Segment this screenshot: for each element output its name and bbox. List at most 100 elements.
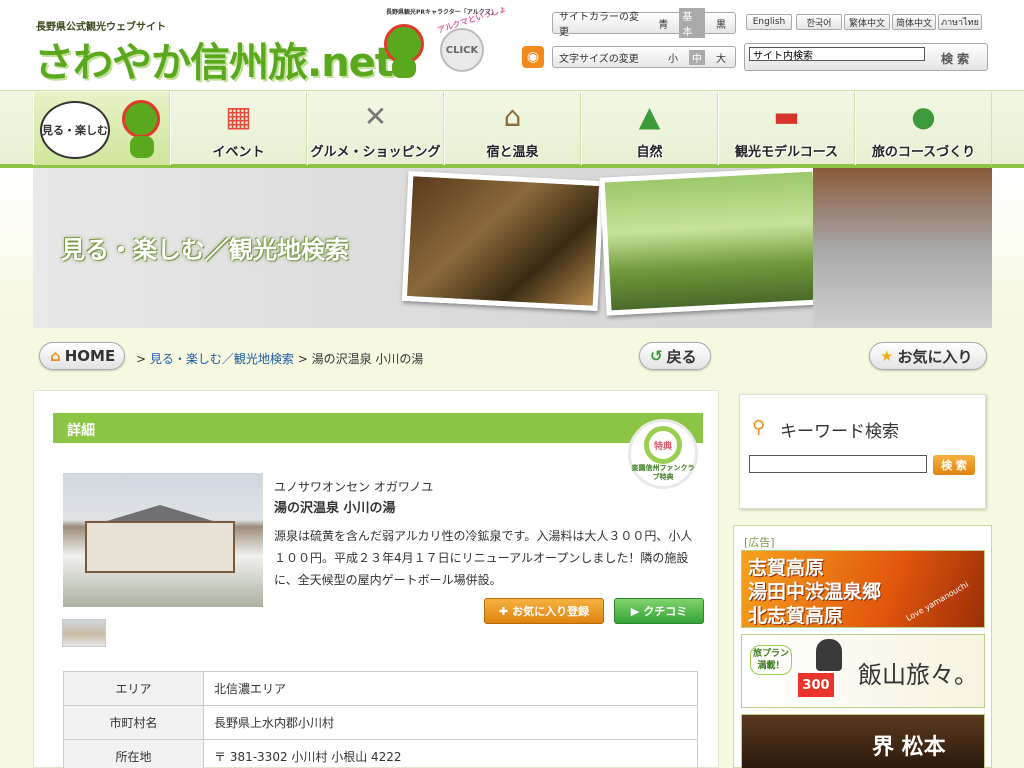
- font-size-medium[interactable]: 中: [689, 49, 705, 65]
- site-color-control: サイトカラーの変更 青 基本 黒: [552, 8, 736, 38]
- spot-name: 湯の沢温泉 小川の湯: [274, 501, 396, 516]
- back-button[interactable]: ↺ 戻る: [639, 342, 711, 370]
- hero-title: 見る・楽しむ／観光地検索: [61, 236, 349, 264]
- nav-see-enjoy-label: 見る・楽しむ: [40, 101, 110, 159]
- house-icon: ⌂: [503, 100, 522, 133]
- nav-gourmet[interactable]: ✕ グルメ・ショッピング: [307, 92, 444, 165]
- font-size-small[interactable]: 小: [665, 50, 681, 65]
- ad2-person-icon: [816, 639, 842, 671]
- add-favorite-icon: ✚: [498, 604, 509, 618]
- hero-photo-forest: [599, 168, 825, 316]
- ad2-bubble: 旅プラン満載！: [750, 645, 792, 675]
- color-option-default[interactable]: 基本: [679, 8, 705, 38]
- nav-gourmet-label: グルメ・ショッピング: [310, 145, 441, 160]
- row-value-address: 〒 381-3302 小川村 小根山 4222: [203, 739, 698, 768]
- nav-lodging[interactable]: ⌂ 宿と温泉: [444, 92, 581, 165]
- lang-simplified-chinese-button[interactable]: 简体中文: [892, 14, 936, 30]
- ad3-title: 界 松本: [872, 734, 946, 760]
- nav-course-planner-label: 旅のコースづくり: [871, 145, 976, 160]
- arukuma-nav-icon: [122, 100, 160, 138]
- font-size-large[interactable]: 大: [713, 50, 729, 65]
- star-icon: ★: [880, 347, 894, 365]
- nav-model-course[interactable]: ▬ 観光モデルコース: [718, 92, 855, 165]
- site-header: 長野県公式観光ウェブサイト さわやか信州旅.net 長野県観光PRキャラクター「…: [0, 0, 1024, 90]
- spot-thumbnail[interactable]: [62, 619, 106, 647]
- row-key-address: 所在地: [63, 739, 204, 768]
- spot-description: 源泉は硫黄を含んだ弱アルカリ性の冷鉱泉です。入湯料は大人３００円、小人１００円。…: [274, 529, 693, 587]
- global-nav: 見る・楽しむ ▦ イベント ✕ グルメ・ショッピング ⌂ 宿と温泉 ▲ 自然 ▬…: [0, 90, 1024, 168]
- spot-info-table: エリア 北信濃エリア 市町村名 長野県上水内郡小川村 所在地 〒 381-330…: [63, 671, 698, 768]
- ad2-title: 飯山旅々。: [858, 661, 978, 689]
- lang-thai-button[interactable]: ภาษาไทย: [938, 14, 982, 30]
- home-button[interactable]: ⌂ HOME: [39, 342, 125, 370]
- row-key-municipality: 市町村名: [63, 705, 204, 740]
- site-search-input[interactable]: [749, 47, 925, 61]
- ad1-line-1: 志賀高原: [748, 557, 825, 579]
- nav-course-planner[interactable]: ● 旅のコースづくり: [855, 92, 992, 165]
- magnifier-icon: ⚲: [752, 417, 766, 438]
- color-option-black[interactable]: 黒: [713, 16, 729, 31]
- nav-nature[interactable]: ▲ 自然: [581, 92, 718, 165]
- favorites-label: お気に入り: [897, 347, 973, 366]
- row-value-municipality: 長野県上水内郡小川村: [203, 705, 698, 740]
- review-chevron-icon: ▶: [630, 604, 640, 618]
- review-label: クチコミ: [643, 605, 688, 618]
- hero-photo-hikers: [813, 168, 992, 328]
- back-arrow-icon: ↺: [650, 347, 663, 365]
- add-favorite-label: お気に入り登録: [512, 605, 590, 618]
- arukuma-body-icon: [392, 58, 416, 78]
- nav-model-course-label: 観光モデルコース: [734, 145, 839, 160]
- lang-english-button[interactable]: English: [746, 14, 792, 30]
- breadcrumb-link-see-enjoy[interactable]: 見る・楽しむ／観光地検索: [150, 352, 294, 366]
- spot-kana: ユノサワオンセン オガワノユ: [274, 480, 434, 494]
- tree-mountain-icon: ▲: [638, 100, 661, 133]
- nav-events[interactable]: ▦ イベント: [170, 92, 307, 165]
- ad-banner-kai-matsumoto[interactable]: 界 松本: [741, 714, 985, 768]
- ad1-subtitle: Love yamanouchi: [904, 579, 970, 624]
- arukuma-nav-body-icon: [130, 136, 154, 158]
- site-logo[interactable]: さわやか信州旅.net: [34, 30, 394, 88]
- home-icon: ⌂: [50, 347, 61, 365]
- color-option-blue[interactable]: 青: [655, 16, 671, 31]
- page: 長野県公式観光ウェブサイト さわやか信州旅.net 長野県観光PRキャラクター「…: [0, 0, 1024, 768]
- lang-traditional-chinese-button[interactable]: 繁体中文: [844, 14, 890, 30]
- nav-see-enjoy[interactable]: 見る・楽しむ: [33, 92, 170, 165]
- row-value-area: 北信濃エリア: [203, 671, 698, 706]
- section-title-detail: 詳細: [53, 413, 703, 443]
- breadcrumb: > 見る・楽しむ／観光地検索 > 湯の沢温泉 小川の湯: [136, 352, 424, 366]
- review-button[interactable]: ▶ クチコミ: [614, 598, 704, 624]
- keyword-search-input[interactable]: [749, 455, 927, 473]
- detail-panel: 詳細 特典 楽園信州ファンクラブ特典 ユノサワオンセン オガワノユ 湯の沢温泉 …: [33, 390, 719, 768]
- site-search-button[interactable]: 検 索: [941, 50, 969, 67]
- add-favorite-button[interactable]: ✚ お気に入り登録: [484, 598, 604, 624]
- click-badge-button[interactable]: CLICK: [440, 28, 484, 72]
- ad1-line-3: 北志賀高原: [748, 605, 844, 627]
- table-row: エリア 北信濃エリア: [63, 671, 698, 706]
- fanclub-badge-top: 特典: [644, 426, 682, 464]
- lang-korean-button[interactable]: 한국어: [796, 14, 842, 30]
- fork-knife-icon: ✕: [363, 100, 388, 133]
- font-size-control: 文字サイズの変更 小 中 大: [552, 46, 736, 68]
- spot-main-photo[interactable]: [63, 473, 263, 607]
- fanclub-badge-caption: 楽園信州ファンクラブ特典: [631, 464, 695, 481]
- site-color-label: サイトカラーの変更: [559, 12, 639, 38]
- breadcrumb-current: 湯の沢温泉 小川の湯: [311, 352, 424, 366]
- keyword-search-title: キーワード検索: [780, 422, 899, 442]
- back-label: 戻る: [666, 347, 697, 366]
- font-size-label: 文字サイズの変更: [559, 53, 639, 65]
- rss-icon[interactable]: ◉: [522, 46, 544, 68]
- favorites-button[interactable]: ★ お気に入り: [869, 342, 987, 370]
- nav-lodging-label: 宿と温泉: [486, 145, 539, 160]
- calendar-icon: ▦: [225, 100, 252, 133]
- fanclub-badge[interactable]: 特典 楽園信州ファンクラブ特典: [628, 419, 698, 489]
- ad-area: [広告] 志賀高原 湯田中渋温泉郷 北志賀高原 Love yamanouchi …: [733, 525, 992, 768]
- ad-banner-iiyama[interactable]: 旅プラン満載！ 300 飯山旅々。: [741, 634, 985, 708]
- ad-label: [広告]: [744, 536, 775, 549]
- keyword-search-button[interactable]: 検 索: [933, 455, 975, 475]
- keyword-search-box: ⚲ キーワード検索 検 索: [739, 394, 986, 509]
- map-pin-icon: ●: [911, 100, 936, 133]
- nav-events-label: イベント: [212, 145, 265, 160]
- ad-banner-shiga[interactable]: 志賀高原 湯田中渋温泉郷 北志賀高原 Love yamanouchi: [741, 550, 985, 628]
- ad1-line-2: 湯田中渋温泉郷: [748, 581, 882, 603]
- nav-nature-label: 自然: [636, 145, 663, 160]
